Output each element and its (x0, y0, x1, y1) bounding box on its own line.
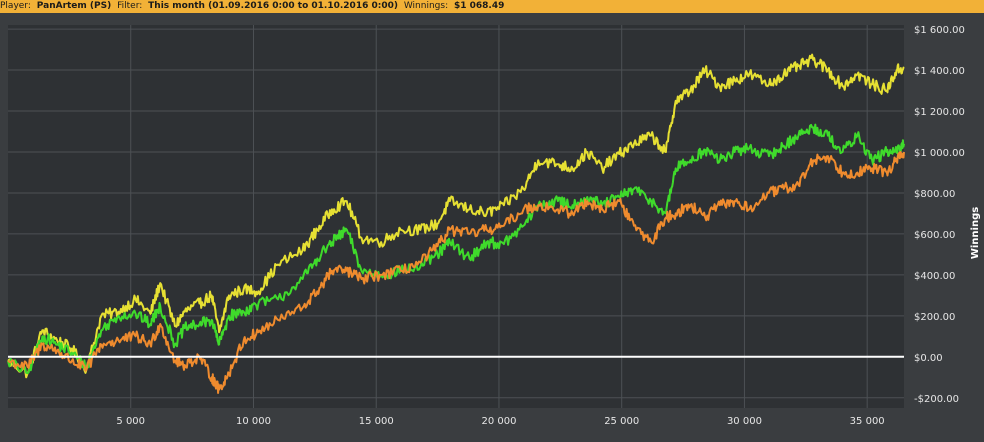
x-tick-label: 5 000 (116, 416, 145, 427)
x-tick-label: 15 000 (359, 416, 394, 427)
x-tick-label: 20 000 (481, 416, 516, 427)
y-tick-label: $0.00 (914, 353, 943, 364)
filter-header-bar: Player: PanArtem (PS) Filter: This month… (0, 0, 984, 13)
y-axis-label: Winnings (970, 207, 981, 259)
y-tick-label: $400.00 (914, 271, 955, 282)
winnings-chart: 5 000 10 000 15 000 20 000 25 000 30 000 35 00… (7, 25, 981, 427)
winnings-label: Winnings: (403, 1, 449, 11)
x-tick-label: 10 000 (236, 416, 271, 427)
filter-value[interactable]: This month (01.09.2016 0:00 to 01.10.201… (148, 1, 398, 11)
winnings-value: $1 068.49 (453, 1, 505, 11)
x-tick-label: 35 000 (850, 416, 885, 427)
filter-label: Filter: (117, 1, 143, 11)
x-axis: 5 000 10 000 15 000 20 000 25 000 30 000 35 00… (116, 416, 884, 427)
x-tick-label: 25 000 (604, 416, 639, 427)
y-tick-label: -$200.00 (914, 394, 959, 405)
y-tick-label: $1 200.00 (914, 107, 965, 118)
player-value[interactable]: PanArtem (PS) (37, 1, 111, 11)
y-tick-label: $600.00 (914, 230, 955, 241)
y-axis: $1 600.00 $1 400.00 $1 200.00 $1 000.00 $800… (914, 25, 965, 405)
x-tick-label: 30 000 (727, 416, 762, 427)
y-tick-label: $800.00 (914, 189, 955, 200)
player-label: Player: (0, 1, 31, 11)
y-tick-label: $1 600.00 (914, 25, 965, 36)
y-tick-label: $1 000.00 (914, 148, 965, 159)
y-tick-label: $200.00 (914, 312, 955, 323)
y-tick-label: $1 400.00 (914, 66, 965, 77)
